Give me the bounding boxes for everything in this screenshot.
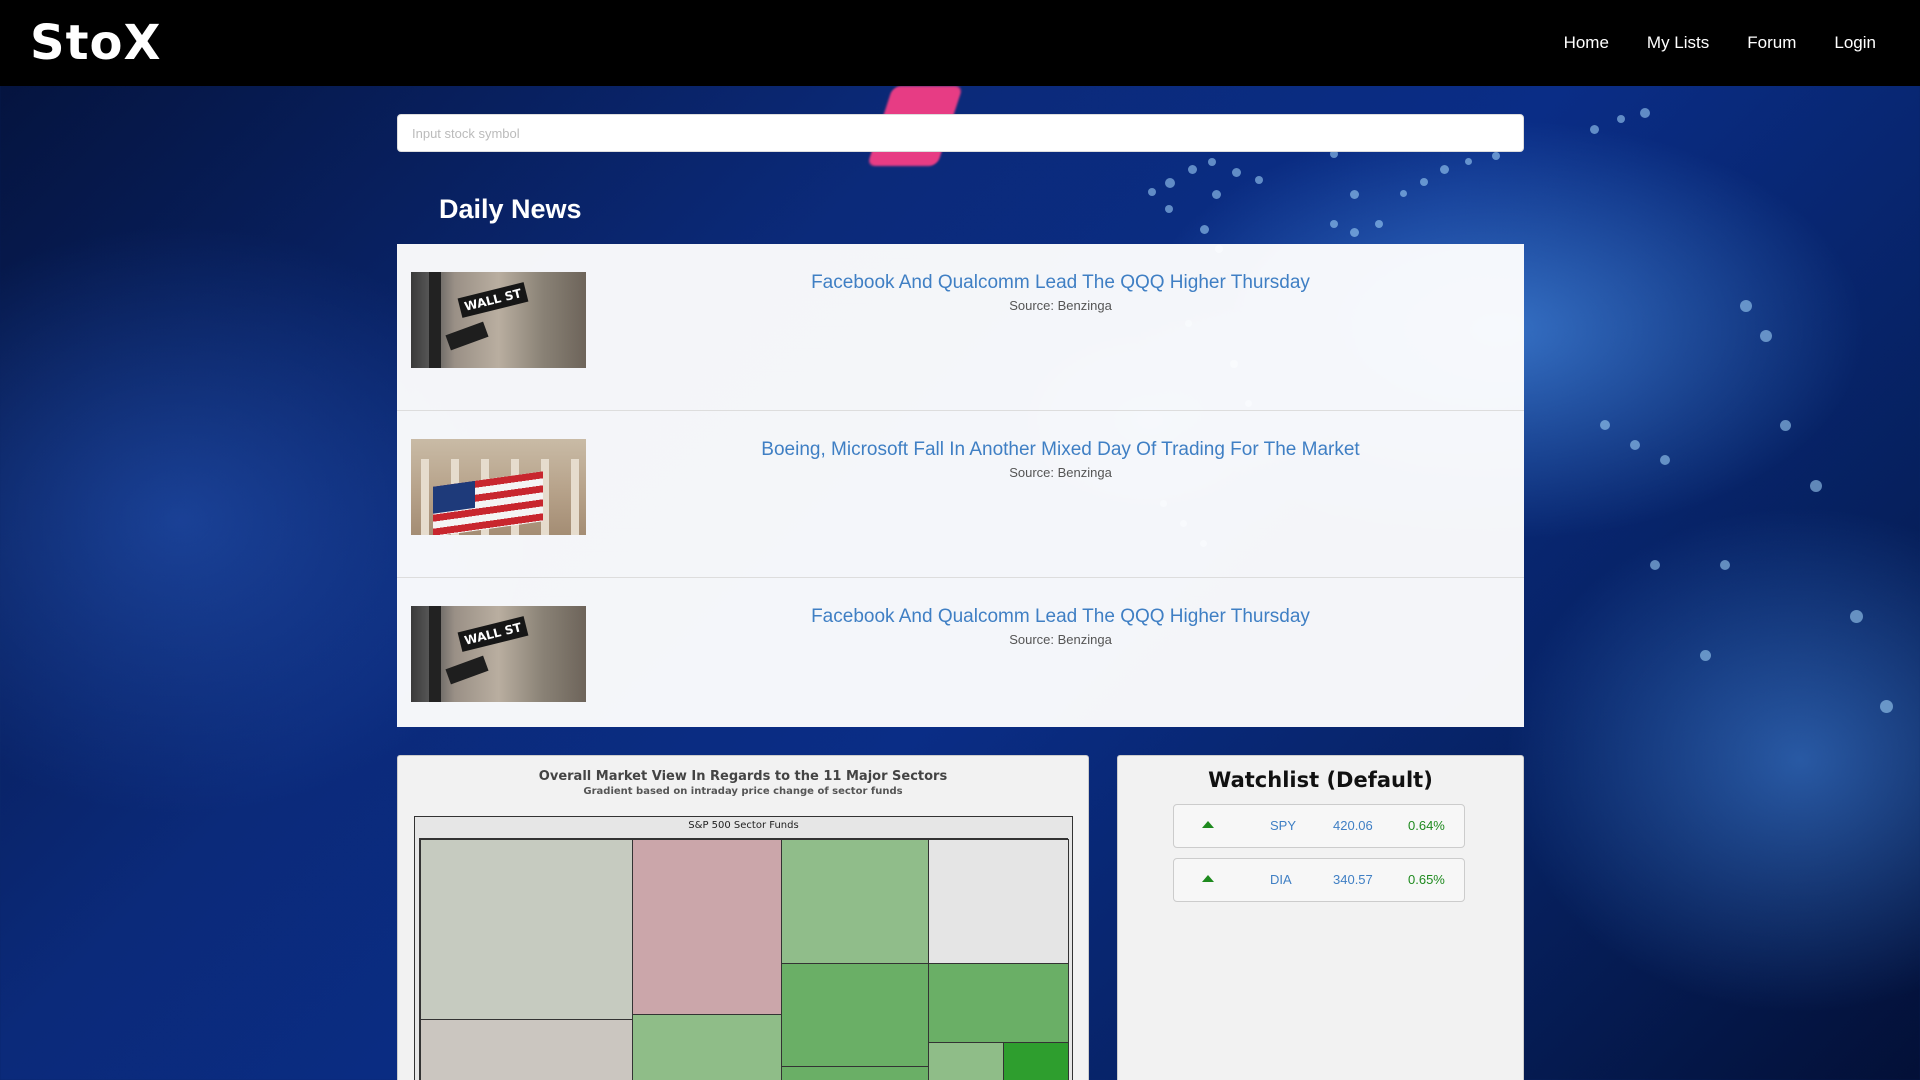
market-view-title: Overall Market View In Regards to the 11… (538, 769, 948, 784)
thumb-sign-text: WALL ST (457, 282, 529, 318)
sector-tile[interactable] (1003, 1042, 1069, 1080)
navbar: StoX Home My Lists Forum Login (0, 0, 1920, 86)
wall-street-sign-image: WALL ST (411, 272, 586, 368)
watchlist-change: 0.65% (1408, 872, 1445, 887)
treemap-area (419, 838, 1069, 1080)
news-source: Source: Benzinga (1009, 298, 1112, 313)
news-thumbnail[interactable] (411, 439, 586, 535)
watchlist-price: 340.57 (1333, 872, 1373, 887)
market-view-subtitle: Gradient based on intraday price change … (583, 786, 903, 797)
flag-icon (433, 471, 543, 535)
sector-tile[interactable] (928, 963, 1069, 1043)
sector-tile[interactable] (928, 1042, 1004, 1080)
watchlist-price: 420.06 (1333, 818, 1373, 833)
nav-login-link[interactable]: Login (1834, 33, 1876, 53)
sector-tile[interactable] (781, 839, 929, 964)
sector-tile[interactable] (420, 839, 633, 1020)
sector-tile[interactable] (781, 963, 929, 1067)
sector-tile[interactable] (632, 1014, 782, 1080)
market-view-panel: Overall Market View In Regards to the 11… (397, 755, 1089, 1080)
watchlist-title: Watchlist (Default) (1208, 768, 1433, 792)
watchlist-symbol[interactable]: SPY (1270, 818, 1296, 833)
sector-tile[interactable] (420, 1019, 633, 1080)
news-item: WALL ST Facebook And Qualcomm Lead The Q… (397, 578, 1524, 727)
news-thumbnail[interactable]: WALL ST (411, 606, 586, 702)
sector-tile[interactable] (781, 1066, 929, 1080)
watchlist-row[interactable]: DIA 340.57 0.65% (1173, 858, 1465, 902)
sector-tile[interactable] (632, 839, 782, 1015)
daily-news-heading: Daily News (439, 194, 582, 224)
up-arrow-icon (1202, 875, 1214, 882)
sector-treemap: S&P 500 Sector Funds (414, 816, 1073, 1080)
news-item: Boeing, Microsoft Fall In Another Mixed … (397, 411, 1524, 578)
news-title-link[interactable]: Facebook And Qualcomm Lead The QQQ Highe… (597, 606, 1524, 628)
thumb-sign-text: WALL ST (457, 616, 529, 652)
watchlist-panel: Watchlist (Default) SPY 420.06 0.64% DIA… (1117, 755, 1524, 1080)
nav-forum-link[interactable]: Forum (1747, 33, 1796, 53)
sector-tile[interactable] (928, 839, 1069, 964)
news-panel: WALL ST Facebook And Qualcomm Lead The Q… (397, 244, 1524, 727)
nav-my-lists-link[interactable]: My Lists (1647, 33, 1709, 53)
up-arrow-icon (1202, 821, 1214, 828)
watchlist-symbol[interactable]: DIA (1270, 872, 1292, 887)
watchlist-row[interactable]: SPY 420.06 0.64% (1173, 804, 1465, 848)
stock-symbol-search-input[interactable] (397, 114, 1524, 152)
news-thumbnail[interactable]: WALL ST (411, 272, 586, 368)
wall-street-sign-image: WALL ST (411, 606, 586, 702)
nav-home-link[interactable]: Home (1564, 33, 1609, 53)
news-item: WALL ST Facebook And Qualcomm Lead The Q… (397, 244, 1524, 411)
nav-links: Home My Lists Forum Login (1564, 33, 1890, 53)
watchlist-change: 0.64% (1408, 818, 1445, 833)
news-title-link[interactable]: Facebook And Qualcomm Lead The QQQ Highe… (597, 272, 1524, 294)
treemap-label: S&P 500 Sector Funds (688, 820, 799, 831)
news-source: Source: Benzinga (1009, 632, 1112, 647)
nyse-building-image (411, 439, 586, 535)
logo[interactable]: StoX (30, 15, 162, 71)
news-source: Source: Benzinga (1009, 465, 1112, 480)
news-title-link[interactable]: Boeing, Microsoft Fall In Another Mixed … (597, 439, 1524, 461)
